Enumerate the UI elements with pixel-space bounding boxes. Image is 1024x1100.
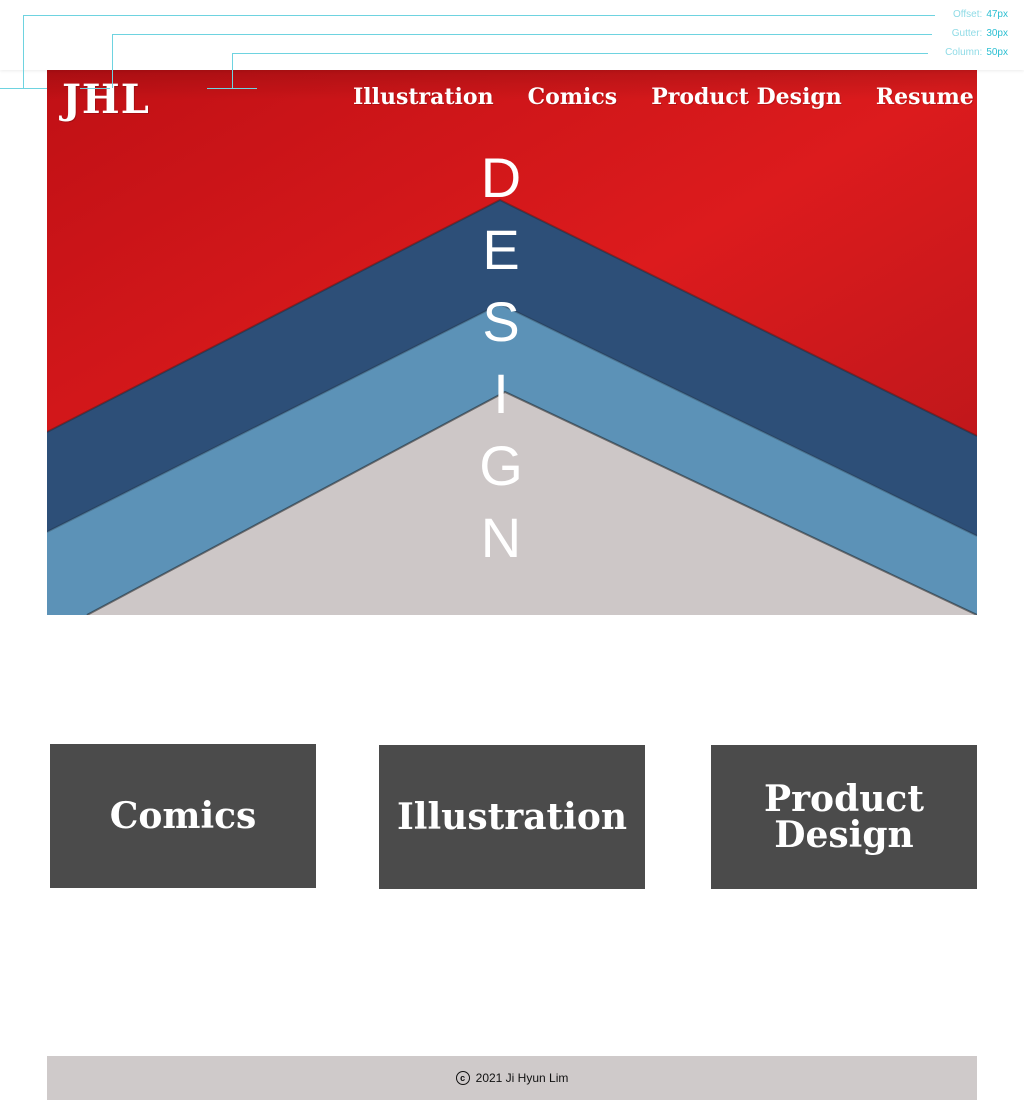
card-title: Comics — [109, 795, 257, 837]
nav-resume[interactable]: Resume — [876, 84, 974, 110]
gutter-tick — [80, 88, 110, 89]
gutter-label: Gutter: 30px — [951, 28, 1008, 39]
copyright-icon: c — [455, 1071, 470, 1085]
card-title: Product Design — [764, 778, 924, 856]
offset-value: 47px — [986, 9, 1008, 20]
product-design-card[interactable]: Product Design — [711, 745, 977, 889]
nav-product-design[interactable]: Product Design — [651, 84, 842, 110]
illustration-card[interactable]: Illustration — [379, 745, 645, 889]
gutter-guide-drop — [112, 34, 113, 88]
nav-illustration[interactable]: Illustration — [353, 84, 494, 110]
main-nav: Illustration Comics Product Design Resum… — [353, 84, 974, 110]
gutter-guide-line — [112, 34, 932, 35]
grid-guides-panel: Offset: 47px Gutter: 30px Column: 50px — [0, 0, 1024, 88]
offset-label: Offset: 47px — [953, 9, 1008, 20]
offset-guide-drop — [23, 15, 24, 88]
title-letter: N — [480, 506, 522, 569]
site-logo[interactable]: JHL — [62, 76, 150, 123]
comics-card[interactable]: Comics — [50, 744, 316, 888]
column-guide-drop — [232, 53, 233, 88]
title-letter: E — [482, 218, 520, 281]
title-letter: G — [479, 434, 523, 497]
column-guide-line — [232, 53, 928, 54]
offset-tick — [0, 88, 47, 89]
site-footer: c 2021 Ji Hyun Lim — [47, 1056, 977, 1100]
column-label: Column: 50px — [945, 47, 1008, 58]
footer-copyright-text: 2021 Ji Hyun Lim — [475, 1071, 569, 1085]
design-vertical-title: D E S I G N — [479, 142, 523, 574]
gutter-value: 30px — [986, 28, 1008, 39]
hero-banner: JHL Illustration Comics Product Design R… — [47, 70, 977, 615]
column-tick — [207, 88, 257, 89]
title-letter: S — [482, 290, 520, 353]
nav-comics[interactable]: Comics — [528, 84, 618, 110]
title-letter: D — [480, 146, 522, 209]
offset-guide-line — [23, 15, 935, 16]
card-title: Illustration — [396, 796, 628, 838]
column-value: 50px — [986, 47, 1008, 58]
title-letter: I — [493, 362, 509, 425]
